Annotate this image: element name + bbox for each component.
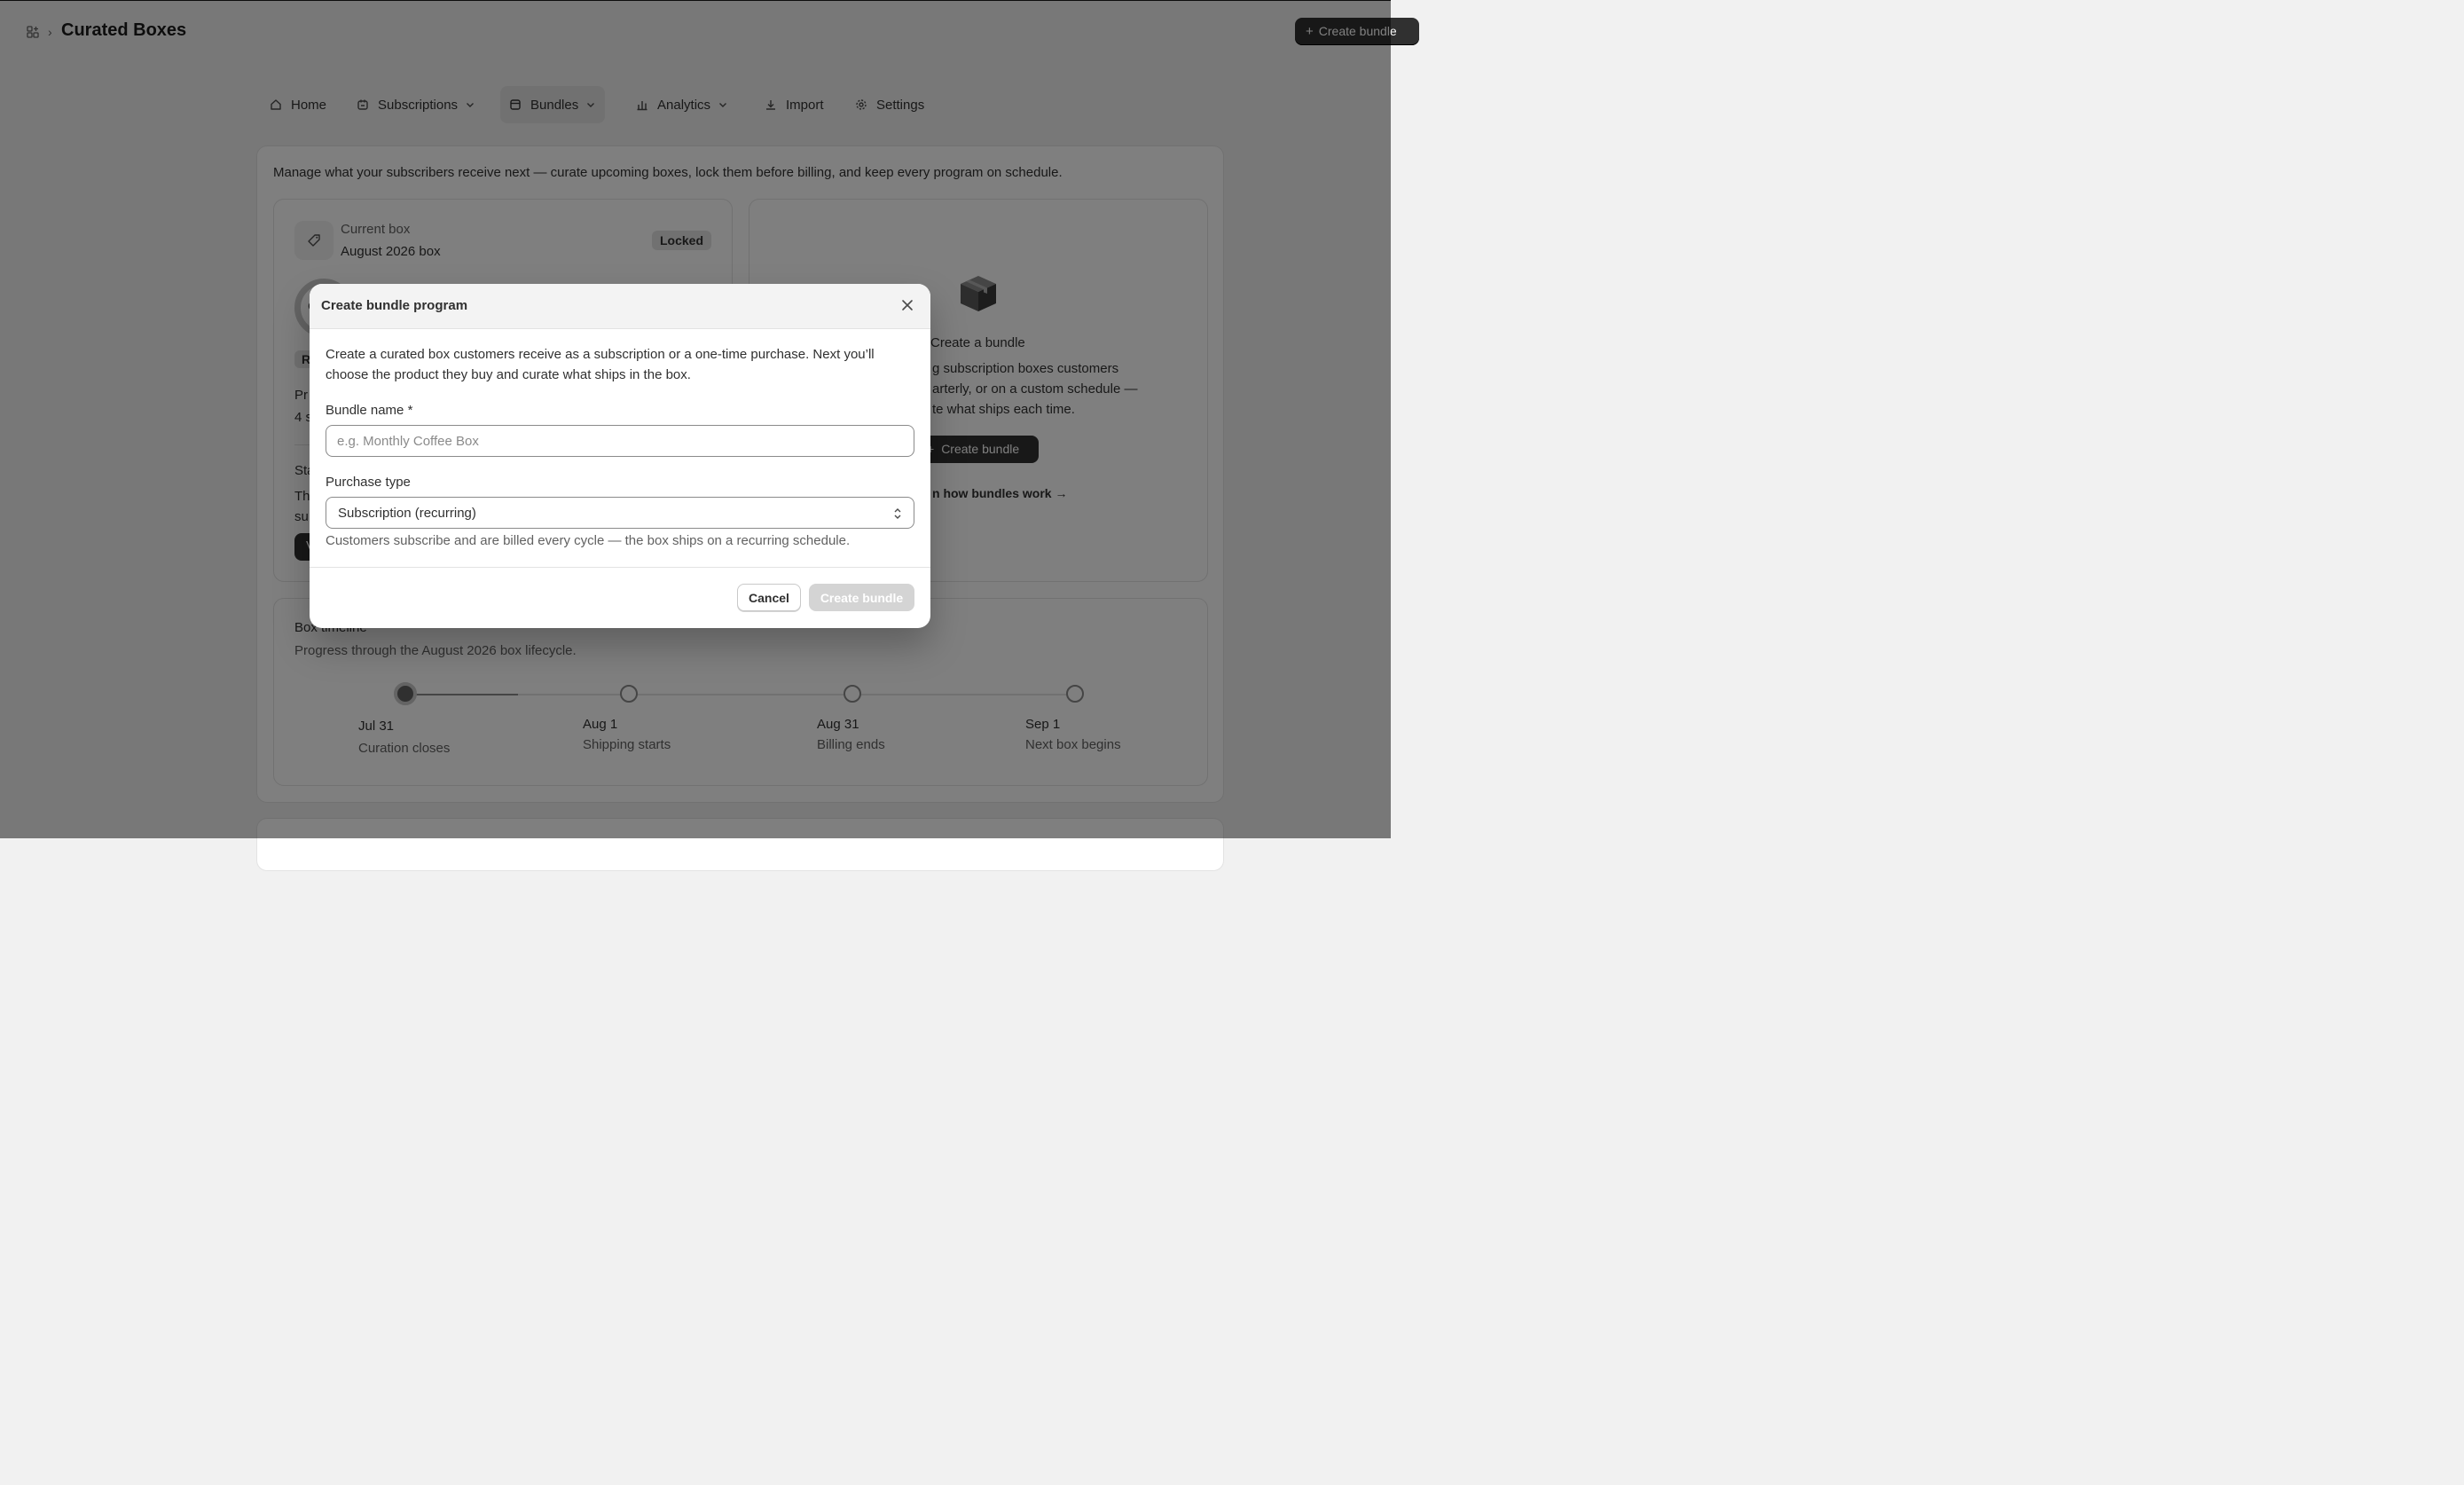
select-arrows-icon	[894, 508, 901, 519]
close-icon[interactable]	[900, 298, 914, 312]
purchase-type-label: Purchase type	[326, 475, 411, 490]
modal-intro: Create a curated box customers receive a…	[326, 347, 875, 382]
purchase-type-select[interactable]: Subscription (recurring)	[326, 497, 914, 529]
create-bundle-button[interactable]: Create bundle	[809, 584, 914, 611]
purchase-type-value: Subscription (recurring)	[338, 506, 476, 521]
purchase-type-help: Customers subscribe and are billed every…	[326, 533, 851, 548]
modal-footer-divider	[310, 567, 930, 568]
cancel-button[interactable]: Cancel	[737, 584, 801, 611]
create-bundle-modal: Create bundle program Create a curated b…	[310, 284, 930, 628]
bundle-name-input[interactable]	[326, 425, 914, 457]
modal-header: Create bundle program	[310, 284, 930, 329]
modal-title: Create bundle program	[321, 298, 468, 313]
bundle-name-label: Bundle name *	[326, 403, 413, 418]
